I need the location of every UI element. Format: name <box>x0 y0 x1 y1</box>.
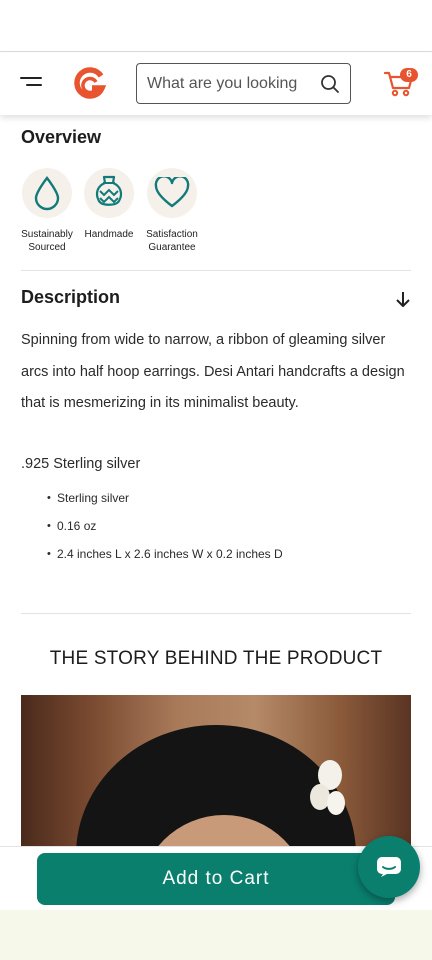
divider <box>21 613 411 614</box>
material-text: .925 Sterling silver <box>21 456 141 472</box>
top-header <box>0 53 432 115</box>
description-text: Spinning from wide to narrow, a ribbon o… <box>21 332 405 411</box>
vase-icon <box>95 175 123 206</box>
description-heading[interactable]: Description <box>21 287 120 308</box>
list-item: 2.4 inches L x 2.6 inches W x 0.2 inches… <box>47 544 283 572</box>
feature-label: Satisfaction <box>146 229 198 240</box>
chat-icon <box>377 857 401 877</box>
brand-logo[interactable] <box>72 67 106 101</box>
feature-sustainably-sourced: Sustainably Sourced <box>12 168 82 254</box>
water-drop-icon <box>34 176 60 211</box>
story-heading: THE STORY BEHIND THE PRODUCT <box>49 648 383 669</box>
arrow-down-icon[interactable] <box>395 290 411 308</box>
feature-label: Guarantee <box>148 242 196 253</box>
search-icon[interactable] <box>320 74 340 94</box>
cart-count-badge: 6 <box>400 68 418 82</box>
spec-list: Sterling silver 0.16 oz 2.4 inches L x 2… <box>47 488 283 572</box>
chat-button[interactable] <box>358 836 420 898</box>
feature-handmade: Handmade <box>74 168 144 241</box>
list-item: 0.16 oz <box>47 516 283 544</box>
search-input[interactable] <box>147 74 315 93</box>
heart-icon <box>154 177 190 208</box>
feature-satisfaction-guarantee: Satisfaction Guarantee <box>137 168 207 254</box>
feature-label: Sustainably <box>21 229 73 240</box>
feature-label: Handmade <box>84 229 134 240</box>
list-item: Sterling silver <box>47 488 283 516</box>
menu-icon[interactable] <box>20 75 44 93</box>
add-to-cart-button[interactable]: Add to Cart <box>37 853 395 905</box>
divider <box>21 270 411 271</box>
status-bar <box>0 0 432 52</box>
search-bar[interactable] <box>136 63 351 104</box>
overview-heading: Overview <box>21 127 102 147</box>
footer-strip <box>0 910 432 960</box>
feature-label: Sourced <box>28 242 66 253</box>
